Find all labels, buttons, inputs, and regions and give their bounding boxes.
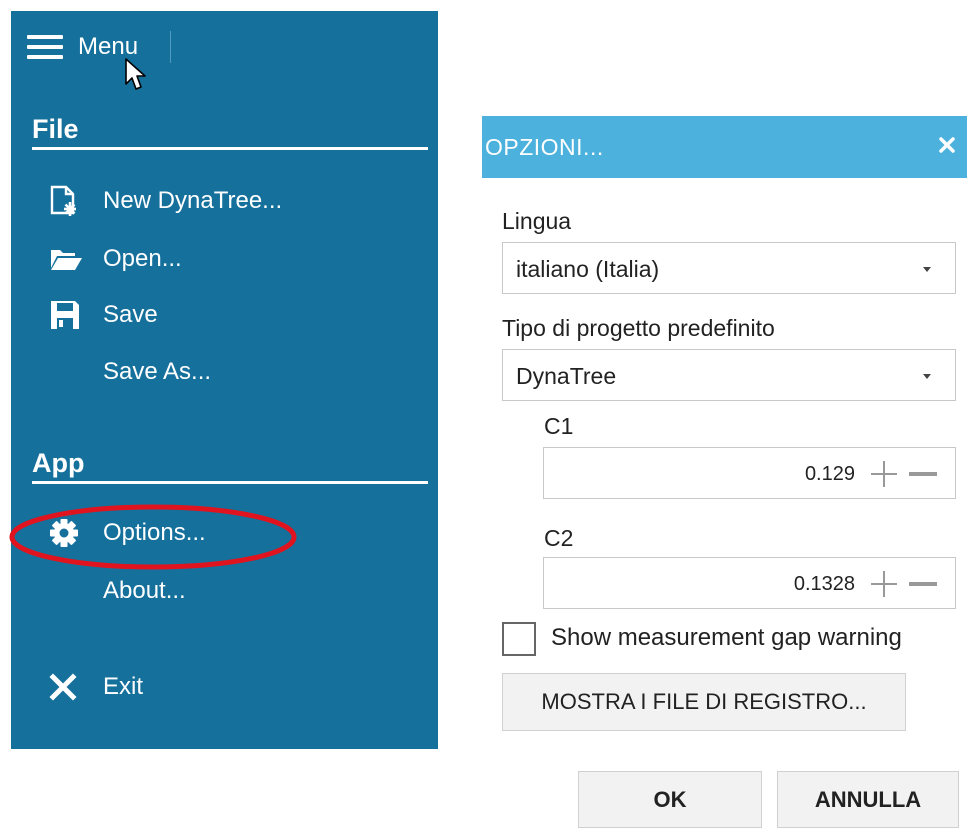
c2-decrement-button[interactable] <box>909 571 937 597</box>
hamburger-icon[interactable] <box>27 35 63 59</box>
close-icon[interactable] <box>934 132 960 158</box>
language-label: Lingua <box>502 208 572 234</box>
menu-item-label: About... <box>103 577 186 604</box>
gap-warning-checkbox[interactable] <box>502 622 536 656</box>
menu-item-exit[interactable]: Exit <box>49 667 143 707</box>
project-type-label: Tipo di progetto predefinito <box>502 315 775 341</box>
c1-numeric-field[interactable]: 0.129 <box>543 447 956 499</box>
c1-decrement-button[interactable] <box>909 461 937 487</box>
open-folder-icon <box>49 241 87 277</box>
mouse-pointer-icon <box>125 58 146 90</box>
cancel-button[interactable]: ANNULLA <box>777 771 959 828</box>
menu-item-save[interactable]: Save <box>49 295 158 335</box>
dialog-titlebar[interactable]: OPZIONI... <box>482 116 967 178</box>
show-log-files-button[interactable]: MOSTRA I FILE DI REGISTRO... <box>502 673 906 731</box>
options-dialog: OPZIONI... Lingua italiano (Italia) Tipo… <box>482 116 967 828</box>
dropdown-arrow-icon <box>923 267 931 272</box>
project-type-select[interactable]: DynaTree <box>502 349 956 401</box>
c2-value: 0.1328 <box>793 573 855 595</box>
save-icon <box>49 297 87 333</box>
language-select-value: italiano (Italia) <box>516 256 660 282</box>
language-select[interactable]: italiano (Italia) <box>502 242 956 294</box>
highlight-ellipse <box>9 504 297 570</box>
dialog-title: OPZIONI... <box>485 134 604 160</box>
project-type-select-value: DynaTree <box>516 363 617 389</box>
close-icon <box>49 669 87 705</box>
app-menu-panel: Menu File New DynaTree... Open... Save S… <box>11 11 438 749</box>
new-file-icon <box>49 183 87 219</box>
c1-label: C1 <box>544 413 574 439</box>
menu-item-label: Open... <box>103 245 182 272</box>
section-divider-app <box>32 481 428 484</box>
menu-item-label: Save <box>103 301 158 328</box>
header-divider <box>170 31 171 63</box>
ok-button[interactable]: OK <box>578 771 762 828</box>
c1-value: 0.129 <box>804 463 855 485</box>
dropdown-arrow-icon <box>923 374 931 379</box>
menu-item-label: New DynaTree... <box>103 187 283 214</box>
gap-warning-label: Show measurement gap warning <box>551 624 902 651</box>
c2-numeric-field[interactable]: 0.1328 <box>543 557 956 609</box>
section-title-app: App <box>32 448 85 478</box>
menu-item-label: Exit <box>103 673 144 700</box>
section-divider-file <box>32 147 428 150</box>
menu-item-new-dynatree[interactable]: New DynaTree... <box>49 181 282 221</box>
menu-item-label: Save As... <box>103 358 212 385</box>
menu-header[interactable]: Menu <box>27 29 138 65</box>
section-title-file: File <box>32 114 79 144</box>
menu-item-open[interactable]: Open... <box>49 239 182 279</box>
c2-increment-button[interactable] <box>871 571 897 597</box>
c2-label: C2 <box>544 525 574 551</box>
c1-increment-button[interactable] <box>871 461 897 487</box>
